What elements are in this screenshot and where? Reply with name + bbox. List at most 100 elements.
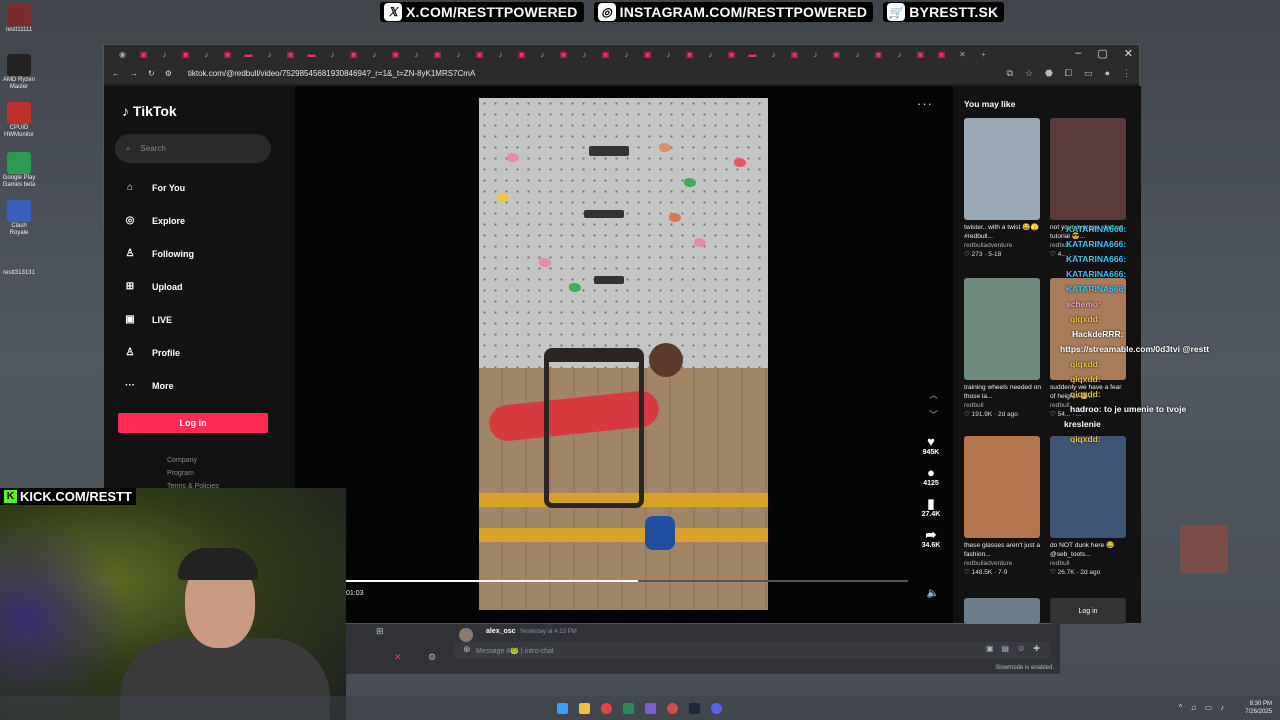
tab-favicon-icon[interactable]: ▬ <box>301 47 322 61</box>
grid-icon[interactable]: ⊞ <box>376 626 384 637</box>
save-button[interactable]: ▮ 27.4K <box>919 496 943 518</box>
forward-icon[interactable]: → <box>130 69 138 78</box>
settings-gear-icon[interactable]: ⚙ <box>428 652 436 663</box>
desktop-icon[interactable]: restt11111 <box>2 4 36 34</box>
nav-item-more[interactable]: ··· More <box>124 380 174 391</box>
desktop-icon[interactable]: AMD Ryzen Master <box>2 54 36 91</box>
login-button[interactable]: Log in <box>118 413 268 433</box>
tab-favicon-icon[interactable]: ♪ <box>448 47 469 61</box>
rec-thumbnail[interactable] <box>964 598 1040 624</box>
tab-favicon-icon[interactable]: ▣ <box>511 47 532 61</box>
tab-favicon-icon[interactable]: ◉ <box>112 47 133 61</box>
profile-icon[interactable]: ● <box>1105 68 1110 79</box>
site-info-icon[interactable]: ⚙ <box>165 69 172 78</box>
rec-card[interactable]: twister.. with a twist 😂🫣 #redbull... red… <box>964 118 1042 258</box>
close-window-icon[interactable]: ✕ <box>1124 47 1133 60</box>
tab-favicon-icon[interactable]: ♪ <box>406 47 427 61</box>
desktop-icon[interactable]: Google Play Games beta <box>2 152 36 189</box>
rec-card[interactable]: do NOT dunk here 😂 @seb_toots... redbull ♡… <box>1050 436 1128 576</box>
tab-favicon-icon[interactable]: ♪ <box>322 47 343 61</box>
tab-favicon-icon[interactable]: ♪ <box>259 47 280 61</box>
app-icon[interactable] <box>645 703 656 714</box>
input-toolbar-icons[interactable]: ▣▤☺✚ <box>986 644 1048 653</box>
message-author[interactable]: alex_osc <box>486 628 516 635</box>
desktop-icon[interactable]: Clash Royale <box>2 200 36 237</box>
tab-favicon-icon[interactable]: ▣ <box>910 47 931 61</box>
sidebar-icon[interactable]: ▭ <box>1084 68 1093 79</box>
tab-favicon-icon[interactable]: ▬ <box>742 47 763 61</box>
tab-favicon-icon[interactable]: ▣ <box>637 47 658 61</box>
url-field[interactable]: tiktok.com/@redbull/video/75298545681930… <box>188 69 475 78</box>
tab-favicon-icon[interactable]: ♪ <box>889 47 910 61</box>
reload-icon[interactable]: ↻ <box>148 69 155 78</box>
tab-favicon-icon[interactable]: ▣ <box>469 47 490 61</box>
like-button[interactable]: ♥ 945K <box>919 434 943 456</box>
steam-icon[interactable] <box>689 703 700 714</box>
nav-item-profile[interactable]: ♙ Profile <box>124 347 181 358</box>
tab-favicon-icon[interactable]: ▣ <box>721 47 742 61</box>
chevron-up-icon[interactable]: ︿ <box>929 388 938 401</box>
tab-favicon-icon[interactable]: ▣ <box>385 47 406 61</box>
search-input[interactable]: ⌕ Search <box>115 134 271 163</box>
add-attachment-icon[interactable]: ⊕ <box>463 644 471 655</box>
tab-favicon-icon[interactable]: ♪ <box>658 47 679 61</box>
menu-icon[interactable]: ⋮ <box>1122 68 1131 79</box>
taskbar-clock[interactable]: 8:30 PM 7/26/2025 <box>1245 700 1272 716</box>
comment-button[interactable]: ● 4125 <box>919 465 943 487</box>
tab-favicon-icon[interactable]: ▣ <box>931 47 952 61</box>
tab-favicon-icon[interactable]: ▣ <box>280 47 301 61</box>
volume-icon[interactable]: ♪ <box>1220 703 1224 712</box>
tab-favicon-icon[interactable]: ♪ <box>700 47 721 61</box>
nav-item-following[interactable]: ♙ Following <box>124 248 194 259</box>
tab-favicon-icon[interactable]: ▣ <box>826 47 847 61</box>
extension-icon[interactable]: ⬣ <box>1045 68 1053 79</box>
desktop-icon[interactable]: restt313131 <box>2 270 36 277</box>
tab-favicon-icon[interactable]: ♪ <box>805 47 826 61</box>
tab-favicon-icon[interactable]: ▣ <box>175 47 196 61</box>
chevron-down-icon[interactable]: ﹀ <box>929 408 938 421</box>
chrome-icon[interactable] <box>601 703 612 714</box>
rec-card[interactable]: training wheels needed on those la... red… <box>964 278 1042 418</box>
file-explorer-icon[interactable] <box>579 703 590 714</box>
footer-link[interactable]: Company <box>167 454 219 467</box>
tab-favicon-icon[interactable]: ♪ <box>847 47 868 61</box>
network-icon[interactable]: ▭ <box>1204 703 1212 712</box>
discord-icon[interactable] <box>711 703 722 714</box>
app-icon[interactable] <box>623 703 634 714</box>
more-options-icon[interactable]: ··· <box>917 96 933 111</box>
volume-icon[interactable]: 🔈 <box>927 588 939 599</box>
nav-item-explore[interactable]: ◎ Explore <box>124 215 185 226</box>
avatar[interactable] <box>459 628 473 642</box>
desktop-icon[interactable]: CPUID HWMonitor <box>2 102 36 139</box>
install-icon[interactable]: ⧉ <box>1006 68 1012 79</box>
tab-favicon-icon[interactable]: ♪ <box>154 47 175 61</box>
share-button[interactable]: ➦ 34.6K <box>919 527 943 549</box>
chevron-up-icon[interactable]: ^ <box>1179 703 1183 712</box>
tab-favicon-icon[interactable]: ♪ <box>532 47 553 61</box>
tab-favicon-icon[interactable]: ♪ <box>574 47 595 61</box>
tab-favicon-icon[interactable]: ▬ <box>238 47 259 61</box>
tab-favicon-icon[interactable]: ▣ <box>427 47 448 61</box>
nav-item-live[interactable]: ▣ LIVE <box>124 314 172 325</box>
tab-favicon-icon[interactable]: ▣ <box>595 47 616 61</box>
message-input[interactable]: Message #🐸 | intro-chat <box>454 642 1050 659</box>
tab-favicon-icon[interactable]: ♪ <box>763 47 784 61</box>
new-tab-icon[interactable]: + <box>973 47 994 61</box>
maximize-icon[interactable]: ▢ <box>1097 47 1107 60</box>
tiktok-logo[interactable]: ♪ TikTok <box>122 103 177 119</box>
video-progress-bar[interactable] <box>346 580 908 582</box>
nav-item-upload[interactable]: ⊞ Upload <box>124 281 183 292</box>
close-tab-icon[interactable]: ✕ <box>952 47 973 61</box>
tab-favicon-icon[interactable]: ♪ <box>196 47 217 61</box>
minimize-icon[interactable]: – <box>1075 47 1081 60</box>
tab-favicon-icon[interactable]: ▣ <box>784 47 805 61</box>
tab-favicon-icon[interactable]: ▣ <box>679 47 700 61</box>
mic-icon[interactable]: ♫ <box>1190 703 1196 712</box>
mic-muted-icon[interactable]: ✕ <box>394 652 402 663</box>
nav-item-for-you[interactable]: ⌂ For You <box>124 182 185 193</box>
tab-favicon-icon[interactable]: ♪ <box>616 47 637 61</box>
extensions-icon[interactable]: ⧠ <box>1065 68 1072 79</box>
tab-favicon-icon[interactable]: ▣ <box>343 47 364 61</box>
bookmark-star-icon[interactable]: ☆ <box>1025 68 1033 79</box>
video-player[interactable] <box>479 98 768 610</box>
